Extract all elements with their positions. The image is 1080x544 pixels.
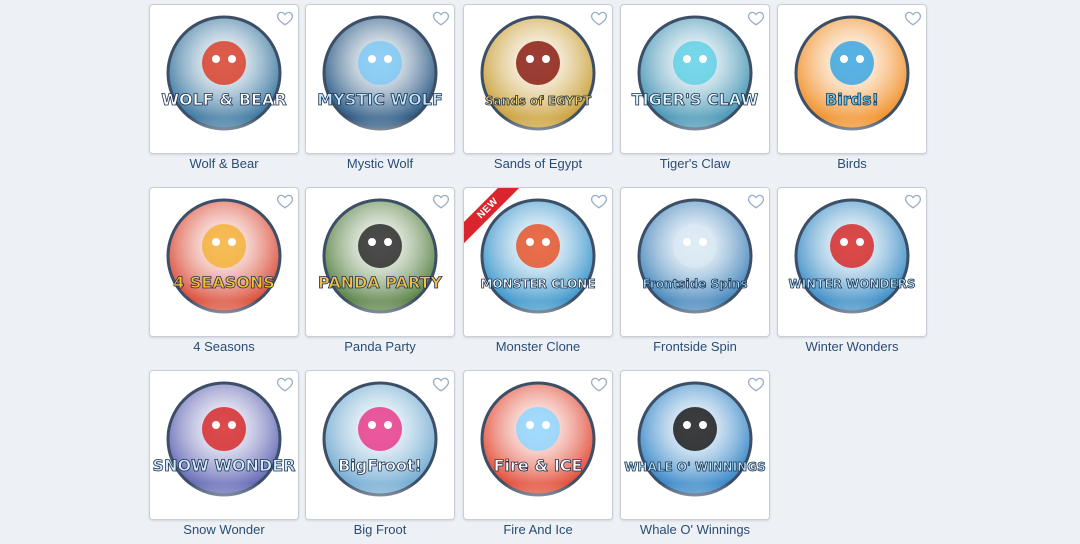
game-tile[interactable]: Birds! Birds	[777, 0, 927, 178]
game-title[interactable]: Birds	[777, 156, 927, 171]
heart-outline-icon[interactable]	[747, 375, 765, 393]
game-artwork: WHALE O' WINNINGS	[621, 381, 769, 519]
game-artwork: PANDA PARTY	[306, 198, 454, 336]
game-thumbnail[interactable]: WHALE O' WINNINGS	[620, 370, 770, 520]
game-logo-text: WINTER WONDERS	[788, 277, 915, 291]
game-artwork: Birds!	[778, 15, 926, 153]
game-logo-text: MONSTER CLONE	[480, 277, 595, 291]
game-logo-text: PANDA PARTY	[318, 273, 442, 292]
heart-outline-icon[interactable]	[276, 9, 294, 27]
game-logo-text: SNOW WONDER	[153, 456, 296, 475]
game-tile[interactable]: MONSTER CLONE NEW Monster Clone	[463, 183, 613, 361]
game-thumbnail[interactable]: Fire & ICE	[463, 370, 613, 520]
game-tile[interactable]: Sands of EGYPT Sands of Egypt	[463, 0, 613, 178]
game-thumbnail[interactable]: WOLF & BEAR	[149, 4, 299, 154]
game-title[interactable]: 4 Seasons	[149, 339, 299, 354]
game-tile[interactable]: TIGER'S CLAW Tiger's Claw	[620, 0, 770, 178]
game-thumbnail[interactable]: PANDA PARTY	[305, 187, 455, 337]
game-artwork: WINTER WONDERS	[778, 198, 926, 336]
game-artwork: Fire & ICE	[464, 381, 612, 519]
heart-outline-icon[interactable]	[747, 9, 765, 27]
game-title[interactable]: Wolf & Bear	[149, 156, 299, 171]
game-thumbnail[interactable]: TIGER'S CLAW	[620, 4, 770, 154]
game-tile[interactable]: Fire & ICE Fire And Ice	[463, 366, 613, 544]
game-logo-text: WHALE O' WINNINGS	[624, 460, 765, 474]
game-title[interactable]: Panda Party	[305, 339, 455, 354]
game-title[interactable]: Mystic Wolf	[305, 156, 455, 171]
game-tile[interactable]: PANDA PARTY Panda Party	[305, 183, 455, 361]
game-title[interactable]: Monster Clone	[463, 339, 613, 354]
game-tile[interactable]: WHALE O' WINNINGS Whale O' Winnings	[620, 366, 770, 544]
heart-outline-icon[interactable]	[747, 192, 765, 210]
game-title[interactable]: Snow Wonder	[149, 522, 299, 537]
game-thumbnail[interactable]: MYSTIC WOLF	[305, 4, 455, 154]
heart-outline-icon[interactable]	[276, 375, 294, 393]
game-thumbnail[interactable]: Sands of EGYPT	[463, 4, 613, 154]
new-badge: NEW	[464, 188, 520, 244]
game-title[interactable]: Sands of Egypt	[463, 156, 613, 171]
game-tile[interactable]: 4 SEASONS 4 Seasons	[149, 183, 299, 361]
game-tile[interactable]: MYSTIC WOLF Mystic Wolf	[305, 0, 455, 178]
game-title[interactable]: Fire And Ice	[463, 522, 613, 537]
heart-outline-icon[interactable]	[904, 192, 922, 210]
heart-outline-icon[interactable]	[432, 9, 450, 27]
game-artwork: SNOW WONDER	[150, 381, 298, 519]
game-title[interactable]: Frontside Spin	[620, 339, 770, 354]
game-artwork: TIGER'S CLAW	[621, 15, 769, 153]
game-artwork: Sands of EGYPT	[464, 15, 612, 153]
game-title[interactable]: Whale O' Winnings	[620, 522, 770, 537]
game-thumbnail[interactable]: SNOW WONDER	[149, 370, 299, 520]
game-logo-text: TIGER'S CLAW	[632, 90, 759, 109]
game-logo-text: Sands of EGYPT	[485, 94, 592, 108]
game-logo-text: BigFroot!	[338, 456, 422, 475]
game-tile[interactable]: SNOW WONDER Snow Wonder	[149, 366, 299, 544]
game-artwork: BigFroot!	[306, 381, 454, 519]
heart-outline-icon[interactable]	[432, 375, 450, 393]
game-tile[interactable]: WOLF & BEAR Wolf & Bear	[149, 0, 299, 178]
game-thumbnail[interactable]: WINTER WONDERS	[777, 187, 927, 337]
game-logo-text: WOLF & BEAR	[161, 90, 286, 109]
game-thumbnail[interactable]: 4 SEASONS	[149, 187, 299, 337]
game-logo-text: MYSTIC WOLF	[317, 90, 443, 109]
game-tile[interactable]: Frontside Spins Frontside Spin	[620, 183, 770, 361]
game-thumbnail[interactable]: MONSTER CLONE NEW	[463, 187, 613, 337]
game-artwork: MYSTIC WOLF	[306, 15, 454, 153]
game-artwork: 4 SEASONS	[150, 198, 298, 336]
heart-outline-icon[interactable]	[276, 192, 294, 210]
game-title[interactable]: Tiger's Claw	[620, 156, 770, 171]
game-tile[interactable]: BigFroot! Big Froot	[305, 366, 455, 544]
heart-outline-icon[interactable]	[590, 192, 608, 210]
game-artwork: WOLF & BEAR	[150, 15, 298, 153]
game-title[interactable]: Winter Wonders	[777, 339, 927, 354]
game-artwork: Frontside Spins	[621, 198, 769, 336]
game-logo-text: Frontside Spins	[642, 277, 747, 291]
game-thumbnail[interactable]: Frontside Spins	[620, 187, 770, 337]
heart-outline-icon[interactable]	[590, 375, 608, 393]
game-logo-text: Fire & ICE	[494, 456, 583, 475]
heart-outline-icon[interactable]	[432, 192, 450, 210]
heart-outline-icon[interactable]	[904, 9, 922, 27]
game-title[interactable]: Big Froot	[305, 522, 455, 537]
game-tile[interactable]: WINTER WONDERS Winter Wonders	[777, 183, 927, 361]
game-thumbnail[interactable]: BigFroot!	[305, 370, 455, 520]
heart-outline-icon[interactable]	[590, 9, 608, 27]
game-logo-text: 4 SEASONS	[173, 273, 275, 292]
game-logo-text: Birds!	[825, 90, 879, 109]
game-thumbnail[interactable]: Birds!	[777, 4, 927, 154]
new-badge-label: NEW	[464, 188, 520, 244]
